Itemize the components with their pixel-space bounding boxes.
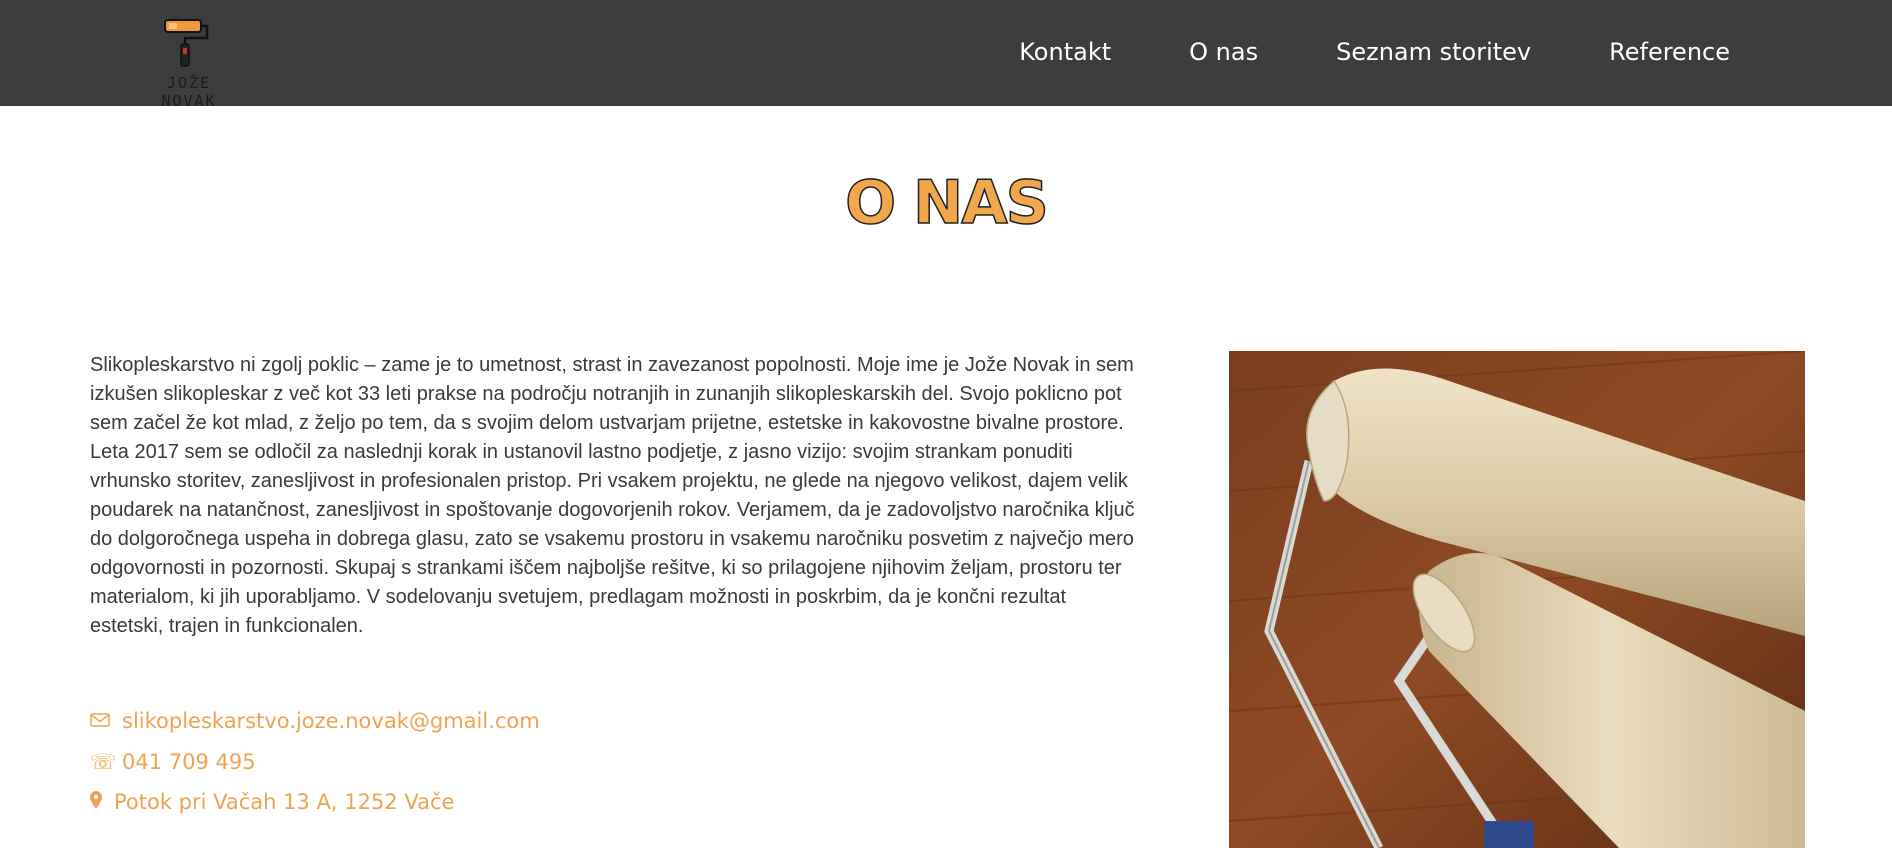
header-navbar: JOŽE NOVAK Kontakt O nas Seznam storitev… (0, 0, 1892, 110)
contact-address-text: Potok pri Vačah 13 A, 1252 Vače (114, 790, 455, 814)
main-nav: Kontakt O nas Seznam storitev Reference (941, 38, 1730, 66)
nav-link-seznam-storitev[interactable]: Seznam storitev (1336, 38, 1531, 66)
map-pin-icon (90, 790, 104, 814)
paint-roller-logo-icon (164, 19, 209, 67)
contact-email[interactable]: slikopleskarstvo.joze.novak@gmail.com (90, 709, 540, 733)
paint-rollers-photo (1229, 351, 1805, 848)
contact-phone-text: 041 709 495 (122, 750, 256, 774)
logo[interactable]: JOŽE NOVAK (128, 14, 248, 110)
logo-text: JOŽE NOVAK (161, 74, 217, 110)
contact-address[interactable]: Potok pri Vačah 13 A, 1252 Vače (90, 790, 454, 814)
contact-phone[interactable]: ☏ 041 709 495 (90, 750, 256, 774)
envelope-icon (90, 709, 112, 733)
phone-icon: ☏ (90, 750, 117, 774)
nav-link-o-nas[interactable]: O nas (1189, 38, 1258, 66)
nav-link-reference[interactable]: Reference (1609, 38, 1730, 66)
nav-link-kontakt[interactable]: Kontakt (1019, 38, 1111, 66)
page-title: O NAS (844, 167, 1049, 239)
contact-email-text: slikopleskarstvo.joze.novak@gmail.com (122, 709, 540, 733)
about-paragraph: Slikopleskarstvo ni zgolj poklic – zame … (90, 354, 1135, 637)
